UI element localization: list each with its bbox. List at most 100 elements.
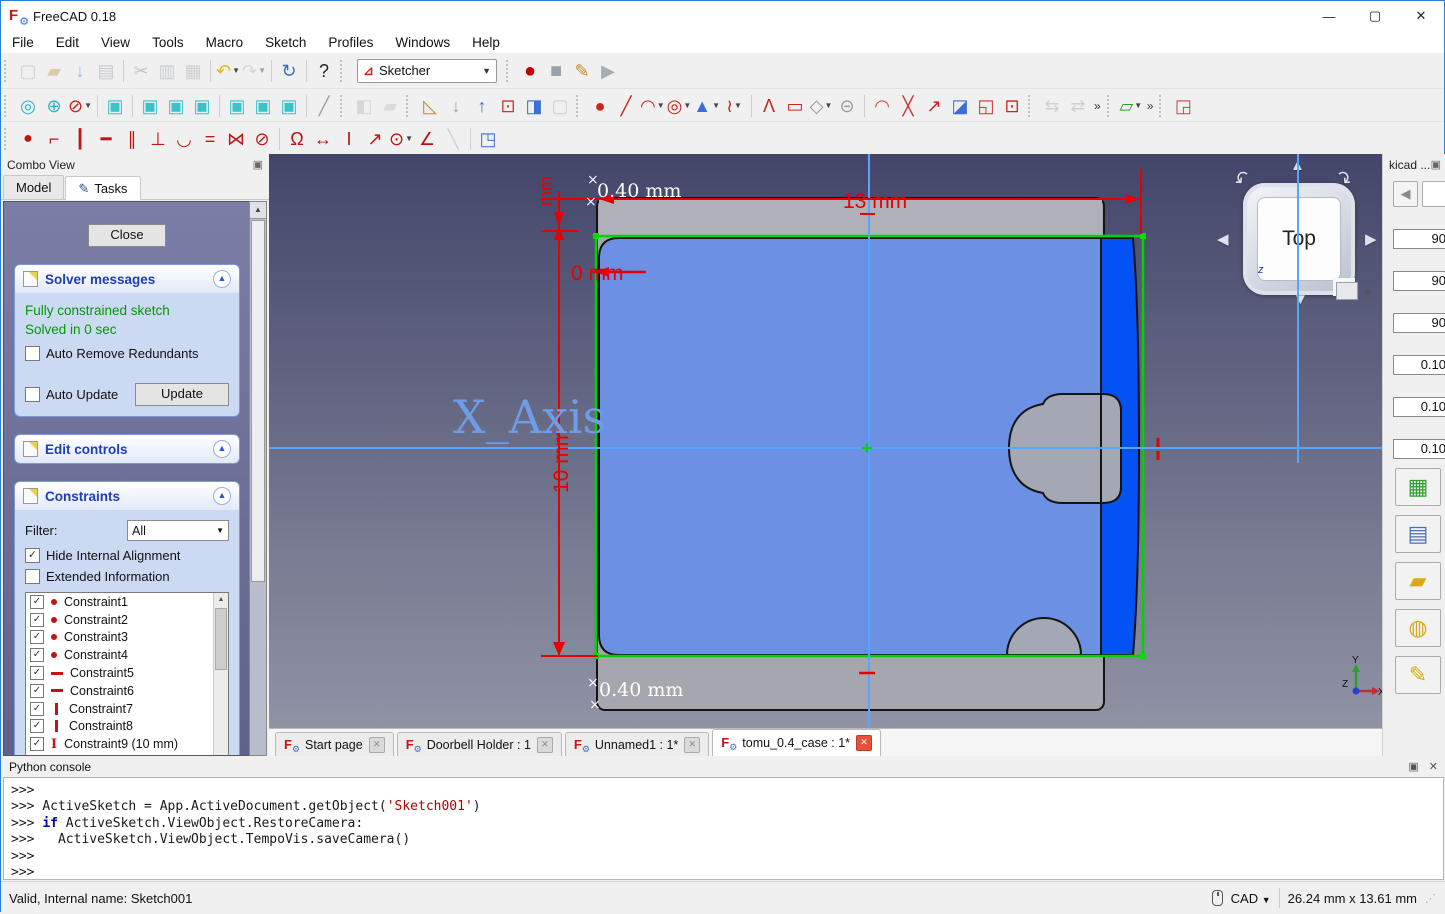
circle-icon[interactable]: ◎▼	[667, 94, 692, 118]
resize-grip[interactable]: ⋰	[1425, 892, 1436, 905]
menu-sketch[interactable]: Sketch	[254, 33, 317, 52]
hide-internal-alignment-checkbox[interactable]: ✓	[25, 548, 40, 563]
reorient-sketch-icon[interactable]: ▢	[548, 94, 572, 118]
menu-edit[interactable]: Edit	[45, 33, 90, 52]
navcube-menu-arrow-icon[interactable]: ▼	[1363, 288, 1373, 299]
edit-controls-header[interactable]: Edit controls ▲	[15, 435, 239, 463]
map-sketch-icon[interactable]: ◨	[522, 94, 546, 118]
combo-view-scrollbar[interactable]: ▲	[249, 201, 267, 756]
document-tab[interactable]: F⚙tomu_0.4_case : 1*✕	[712, 729, 881, 756]
toolbar-grip[interactable]	[406, 95, 413, 117]
extended-information-checkbox[interactable]	[25, 569, 40, 584]
toolbar-grip[interactable]	[1028, 95, 1035, 117]
external-geometry-icon[interactable]: ◪	[948, 94, 972, 118]
zoom-icon[interactable]: ⊕	[42, 94, 66, 118]
measure-icon[interactable]: ╱	[312, 94, 336, 118]
constraint-row[interactable]: ✓Constraint8	[26, 718, 228, 736]
toolbar-expand-icon[interactable]: »	[1144, 99, 1157, 113]
macro-record-icon[interactable]: ●	[518, 59, 542, 83]
block-constraint-icon[interactable]: ⊘	[250, 127, 274, 151]
toolbar-grip[interactable]	[1107, 95, 1114, 117]
footprint-icon[interactable]: ▦	[1395, 468, 1441, 506]
arc-icon[interactable]: ◠▼	[640, 94, 665, 118]
navcube-left-arrow-icon[interactable]: ◀	[1217, 230, 1229, 248]
nav-style-selector[interactable]: CAD ▼	[1231, 891, 1271, 906]
pcb-export-icon[interactable]: ▰	[1395, 562, 1441, 600]
navcube-mini-cube-icon[interactable]	[1336, 282, 1358, 300]
redo-icon[interactable]: ↷▼	[242, 59, 266, 83]
whats-this-icon[interactable]: ?	[312, 59, 336, 83]
float-panel-icon[interactable]: ▣	[1431, 158, 1441, 171]
view-bottom-icon[interactable]: ▣	[251, 94, 275, 118]
close-panel-icon[interactable]: ✕	[1429, 760, 1438, 773]
minimize-button[interactable]: —	[1306, 1, 1352, 31]
kicad-field-3[interactable]: 90	[1393, 313, 1445, 333]
line-icon[interactable]: ╱	[614, 94, 638, 118]
scroll-up-icon[interactable]: ▲	[250, 202, 266, 219]
undo-icon[interactable]: ↶▼	[216, 59, 240, 83]
menu-help[interactable]: Help	[461, 33, 511, 52]
angle-icon[interactable]: ∠	[415, 127, 439, 151]
constraint-checkbox[interactable]: ✓	[30, 702, 44, 716]
auto-update-checkbox[interactable]	[25, 387, 40, 402]
toolbar-grip[interactable]	[1159, 95, 1166, 117]
dim-width-label[interactable]: 13 mm	[843, 190, 907, 213]
chevron-down-icon[interactable]: ▼	[232, 60, 240, 82]
point-icon[interactable]: ●	[588, 94, 612, 118]
vertical-distance-icon[interactable]: I	[337, 127, 361, 151]
chevron-down-icon[interactable]: ▼	[734, 95, 742, 117]
3d-viewport[interactable]: 13 mm 0 mm 10 mm mm 0.40 mm 0.40 mm ×× ×…	[269, 154, 1382, 728]
view-section-icon[interactable]: ⊡	[496, 94, 520, 118]
view-left-icon[interactable]: ▣	[277, 94, 301, 118]
copy-icon[interactable]: ▥	[155, 59, 179, 83]
lock-constraint-icon[interactable]: Ω	[285, 127, 309, 151]
chevron-down-icon[interactable]: ▼	[258, 60, 266, 82]
scroll-up-icon[interactable]: ▲	[214, 593, 228, 607]
chevron-down-icon[interactable]: ▼	[712, 95, 720, 117]
menu-profiles[interactable]: Profiles	[317, 33, 384, 52]
cut-icon[interactable]: ✂	[129, 59, 153, 83]
kicad-field-1[interactable]: 90	[1393, 229, 1445, 249]
fillet-icon[interactable]: ◠	[870, 94, 894, 118]
constraint-row[interactable]: ✓Constraint6	[26, 682, 228, 700]
stop-operation-icon[interactable]: ◲	[1171, 94, 1195, 118]
library-icon[interactable]: ◍	[1395, 609, 1441, 647]
maximize-button[interactable]: ▢	[1352, 1, 1398, 31]
ic-package-icon[interactable]: ▤	[1395, 515, 1441, 553]
point-on-object-icon[interactable]: ⌐	[42, 127, 66, 151]
view-front-icon[interactable]: ▣	[138, 94, 162, 118]
refresh-icon[interactable]: ↻	[277, 59, 301, 83]
leave-sketch-icon[interactable]: ↓	[444, 94, 468, 118]
create-sketch-icon[interactable]: ◺	[418, 94, 442, 118]
dim-zero-label[interactable]: 0 mm	[571, 262, 624, 285]
constraints-header[interactable]: Constraints ▲	[15, 482, 239, 510]
chevron-down-icon[interactable]: ▼	[84, 95, 92, 117]
open-document-icon[interactable]: ▰	[42, 59, 66, 83]
save-icon[interactable]: ↓	[68, 59, 92, 83]
coincident-constraint-icon[interactable]: ●	[16, 127, 40, 151]
polygon-icon[interactable]: ◇▼	[809, 94, 833, 118]
float-panel-icon[interactable]: ▣	[1408, 760, 1418, 773]
constraint-checkbox[interactable]: ✓	[30, 737, 44, 751]
constraint-list-scrollbar[interactable]: ▲	[213, 593, 228, 756]
constraint-checkbox[interactable]: ✓	[30, 684, 44, 698]
constraint-row[interactable]: ✓Constraint3	[26, 629, 228, 647]
document-tab[interactable]: F⚙Unnamed1 : 1*✕	[565, 732, 709, 756]
part-icon[interactable]: ◧	[352, 94, 376, 118]
kicad-field-6[interactable]: 0.10	[1393, 439, 1445, 459]
float-panel-icon[interactable]: ▣	[253, 158, 263, 171]
menu-tools[interactable]: Tools	[141, 33, 195, 52]
chevron-down-icon[interactable]: ▼	[683, 95, 691, 117]
constraint-row[interactable]: ✓Constraint4	[26, 646, 228, 664]
extend-icon[interactable]: ↗	[922, 94, 946, 118]
kicad-field-5[interactable]: 0.10	[1393, 397, 1445, 417]
tab-tasks[interactable]: ✎Tasks	[65, 176, 140, 200]
task-close-button[interactable]: Close	[88, 224, 166, 247]
parallel-constraint-icon[interactable]: ∥	[120, 127, 144, 151]
document-tab[interactable]: F⚙Doorbell Holder : 1✕	[397, 732, 562, 756]
constraint-checkbox[interactable]: ✓	[30, 613, 44, 627]
symmetric-constraint-icon[interactable]: ⋈	[224, 127, 248, 151]
scroll-thumb[interactable]	[251, 220, 265, 582]
rectangle-icon[interactable]: ▭	[783, 94, 807, 118]
workbench-selector[interactable]: ⊿Sketcher▼	[357, 59, 497, 83]
